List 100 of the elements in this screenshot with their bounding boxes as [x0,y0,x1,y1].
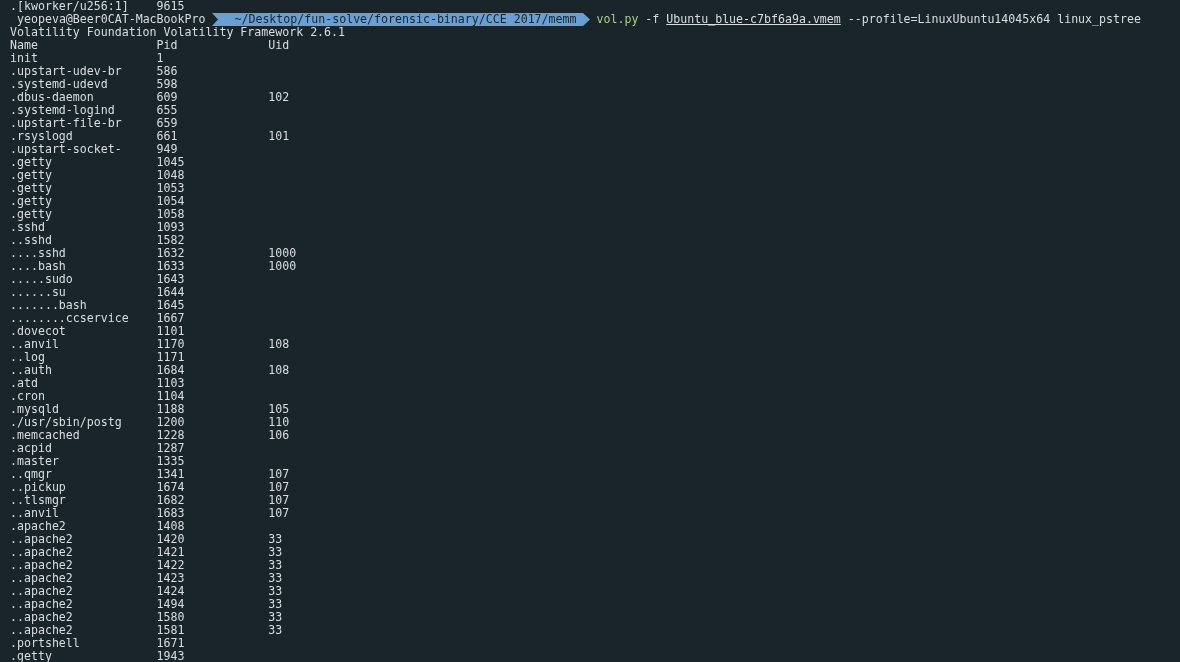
user-id: 33 [268,533,284,546]
user-id: 1000 [268,260,298,273]
process-id: 1341 [156,468,186,481]
process-id: 949 [156,143,179,156]
process-name: .systemd-udevd [10,78,108,91]
process-name: ..log [10,351,46,364]
process-name: .dovecot [10,325,67,338]
process-id: 1682 [156,494,186,507]
process-name: .getty [10,156,52,169]
process-id: 598 [156,78,179,91]
process-id: 659 [156,117,179,130]
process-id: 1644 [156,286,186,299]
process-name: ./usr/sbin/postg [10,416,123,429]
process-id: 1643 [156,273,186,286]
user-id: 102 [268,91,291,104]
command-argument: --profile=LinuxUbuntu14045x64 [847,13,1051,26]
user-id: 33 [268,611,284,624]
process-name: .getty [10,182,53,195]
process-id: 1188 [156,403,186,416]
process-id: 1103 [156,377,186,390]
process-id: 1684 [156,364,186,377]
process-name: ..apache2 [10,533,74,546]
user-id: 33 [268,572,284,585]
user-id: 33 [268,585,284,598]
process-name: init [10,52,39,65]
process-name: ..apache2 [10,572,74,585]
process-name: .[kworker/u256:1] [10,0,130,13]
process-id: 1045 [156,156,186,169]
process-name: .rsyslogd [10,130,73,143]
process-name: .apache2 [10,520,67,533]
column-header: Name [10,39,38,52]
process-name: ....bash [10,260,67,273]
process-id: 1335 [156,455,186,468]
user-id: 108 [268,338,291,351]
process-id: 1171 [156,351,186,364]
column-header: Uid [268,39,291,52]
process-name: .memcached [10,429,80,442]
process-id: 1170 [156,338,186,351]
process-name: ..apache2 [10,611,74,624]
process-name: ..apache2 [10,546,74,559]
process-id: 1104 [156,390,186,403]
process-id: 1494 [156,598,186,611]
column-header: Pid [156,39,178,52]
process-id: 1683 [156,507,186,520]
process-name: .acpid [10,442,53,455]
process-id: 1424 [156,585,186,598]
process-name: ..apache2 [10,624,74,637]
process-name: .upstart-socket- [10,143,123,156]
process-name: .....sudo [10,273,74,286]
user-id: 33 [268,598,284,611]
process-name: .getty [10,650,52,662]
user-id: 105 [268,403,291,416]
process-id: 1421 [156,546,186,559]
process-id: 1423 [156,572,186,585]
process-name: .upstart-file-br [10,117,123,130]
user-id: 33 [268,624,284,637]
process-name: .sshd [10,221,45,234]
process-id: 1422 [156,559,186,572]
user-id: 107 [268,481,291,494]
command-argument: linux_pstree [1057,13,1141,26]
process-name: ..tlsmgr [10,494,67,507]
user-id: 106 [268,429,291,442]
process-name: .portshell [10,637,81,650]
process-id: 1671 [156,637,186,650]
process-id: 1053 [156,182,186,195]
user-id: 110 [268,416,291,429]
process-name: .upstart-udev-br [10,65,123,78]
process-name: .cron [10,390,46,403]
command-name: vol.py [596,13,639,26]
prompt-user-host: yeopeva@Beer0CAT-MacBookPro [16,13,207,26]
user-id: 107 [268,494,291,507]
process-id: 9615 [156,0,186,13]
command-argument: Ubuntu_blue-c7bf6a9a.vmem [666,13,841,26]
process-id: 1200 [156,416,186,429]
command-argument: -f [645,13,660,26]
process-id: 1667 [156,312,186,325]
process-id: 1058 [156,208,186,221]
process-name: .mysqld [10,403,60,416]
process-id: 1054 [156,195,186,208]
process-name: ..apache2 [10,559,74,572]
user-id: 107 [268,507,291,520]
process-id: 1581 [156,624,186,637]
process-name: ..apache2 [10,585,74,598]
process-name: ........ccservice [10,312,130,325]
process-id: 1101 [156,325,186,338]
process-id: 1633 [156,260,186,273]
user-id: 1000 [268,247,298,260]
process-name: ..anvil [10,338,60,351]
process-id: 1943 [156,650,186,662]
process-id: 1674 [156,481,186,494]
process-id: 1645 [156,299,186,312]
process-name: ..apache2 [10,598,74,611]
user-id: 33 [268,559,284,572]
process-name: ..sshd [10,234,53,247]
process-name: ..auth [10,364,53,377]
process-id: 609 [156,91,179,104]
prompt-segment-arrow-icon [582,13,591,26]
user-id: 107 [268,468,291,481]
process-name: .dbus-daemon [10,91,94,104]
process-id: 1580 [156,611,186,624]
